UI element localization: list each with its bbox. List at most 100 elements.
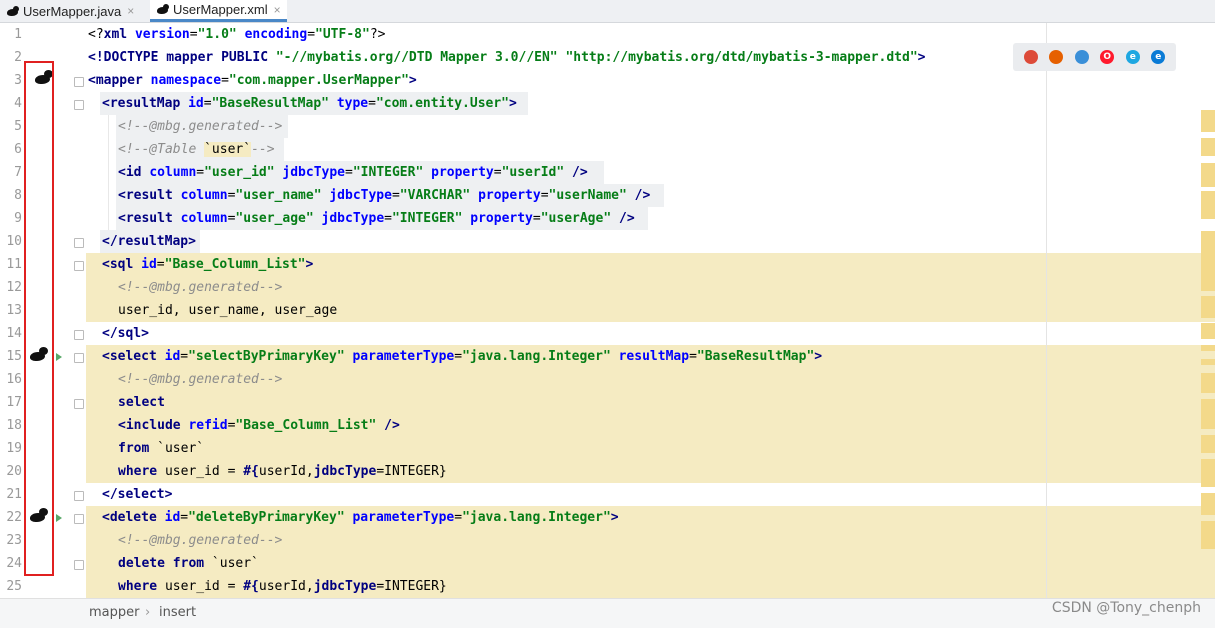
error-stripe-mark[interactable]: [1201, 345, 1215, 351]
code-line[interactable]: <resultMap id="BaseResultMap" type="com.…: [102, 92, 517, 115]
error-stripe-mark[interactable]: [1201, 191, 1215, 219]
error-stripe-mark[interactable]: [1201, 231, 1215, 291]
tab-usermapper-java[interactable]: UserMapper.java ×: [6, 0, 134, 22]
token: =: [221, 73, 229, 88]
edge-icon[interactable]: e: [1151, 50, 1166, 64]
code-line[interactable]: <include refid="Base_Column_List" />: [118, 414, 400, 437]
fold-icon[interactable]: [74, 330, 84, 340]
fold-icon[interactable]: [74, 261, 84, 271]
safari-icon[interactable]: [1074, 50, 1089, 64]
fold-icon[interactable]: [74, 560, 84, 570]
token: user_id =: [157, 579, 244, 594]
error-stripe-mark[interactable]: [1201, 110, 1215, 132]
run-marker-icon[interactable]: [56, 353, 62, 361]
token: "userId": [501, 165, 565, 180]
code-line[interactable]: <delete id="deleteByPrimaryKey" paramete…: [102, 506, 619, 529]
token: =: [689, 349, 697, 364]
error-stripe-mark[interactable]: [1201, 373, 1215, 393]
code-line[interactable]: where user_id = #{userId,jdbcType=INTEGE…: [118, 575, 447, 598]
token: #{: [243, 579, 259, 594]
run-marker-icon[interactable]: [56, 514, 62, 522]
right-margin-guide: [1046, 23, 1047, 598]
code-line[interactable]: select: [118, 391, 165, 414]
token: column: [149, 165, 197, 180]
code-line[interactable]: delete from `user`: [118, 552, 259, 575]
token: "user_name": [235, 188, 322, 203]
fold-icon[interactable]: [74, 514, 84, 524]
line-number: 6: [14, 142, 22, 157]
token: =: [180, 510, 189, 525]
code-editor[interactable]: 1 2 3 4 5 6 7 8 9 10 11 12 13 14 15 16 1…: [0, 23, 1215, 598]
firefox-icon[interactable]: [1049, 50, 1064, 64]
error-stripe-mark[interactable]: [1201, 493, 1215, 515]
token: =: [203, 96, 212, 111]
breadcrumb-item-insert[interactable]: insert: [159, 605, 196, 620]
fold-icon[interactable]: [74, 491, 84, 501]
error-stripe-mark[interactable]: [1201, 359, 1215, 365]
error-stripe-mark[interactable]: [1201, 323, 1215, 339]
line-number: 1: [14, 27, 22, 42]
tab-usermapper-xml[interactable]: UserMapper.xml ×: [150, 0, 287, 22]
code-line[interactable]: <!--@mbg.generated-->: [118, 276, 282, 299]
code-line[interactable]: <sql id="Base_Column_List">: [102, 253, 313, 276]
token: >: [610, 510, 619, 525]
line-number: 23: [6, 533, 22, 548]
code-line[interactable]: </select>: [102, 483, 172, 506]
code-line[interactable]: <id column="user_id" jdbcType="INTEGER" …: [118, 161, 588, 184]
fold-icon[interactable]: [74, 77, 84, 87]
line-number: 16: [6, 372, 22, 387]
token: version: [134, 27, 190, 42]
token: />: [376, 418, 400, 433]
line-number: 12: [6, 280, 22, 295]
code-line[interactable]: <select id="selectByPrimaryKey" paramete…: [102, 345, 822, 368]
error-stripe-mark[interactable]: [1201, 459, 1215, 487]
code-line[interactable]: <!--@Table `user`-->: [118, 138, 275, 161]
token: `user`: [204, 556, 259, 571]
token: resultMap: [618, 349, 690, 364]
code-line[interactable]: where user_id = #{userId,jdbcType=INTEGE…: [118, 460, 447, 483]
token: =INTEGER}: [376, 579, 447, 594]
fold-icon[interactable]: [74, 399, 84, 409]
line-number: 22: [6, 510, 22, 525]
token: <!--@Table: [118, 142, 205, 157]
code-line[interactable]: <result column="user_name" jdbcType="VAR…: [118, 184, 650, 207]
close-icon[interactable]: ×: [127, 4, 134, 18]
code-line[interactable]: <!DOCTYPE mapper PUBLIC "-//mybatis.org/…: [88, 46, 925, 69]
fold-icon[interactable]: [74, 100, 84, 110]
code-line[interactable]: <!--@mbg.generated-->: [118, 529, 282, 552]
opera-icon[interactable]: O: [1100, 50, 1115, 64]
code-line[interactable]: <?xml version="1.0" encoding="UTF-8"?>: [88, 23, 385, 46]
code-line[interactable]: <result column="user_age" jdbcType="INTE…: [118, 207, 635, 230]
error-stripe-mark[interactable]: [1201, 399, 1215, 429]
token: jdbcType: [313, 579, 377, 594]
error-stripe-mark[interactable]: [1201, 296, 1215, 318]
line-number: 25: [6, 579, 22, 594]
token: <include: [118, 418, 189, 433]
code-line[interactable]: user_id, user_name, user_age: [118, 299, 337, 322]
code-line[interactable]: <mapper namespace="com.mapper.UserMapper…: [88, 69, 417, 92]
token: namespace: [150, 73, 222, 88]
fold-icon[interactable]: [74, 238, 84, 248]
token: <sql: [102, 257, 142, 272]
fold-icon[interactable]: [74, 353, 84, 363]
error-stripe-mark[interactable]: [1201, 138, 1215, 156]
token: jdbcType: [313, 464, 377, 479]
code-line[interactable]: </resultMap>: [102, 230, 196, 253]
breadcrumb-item-mapper[interactable]: mapper: [89, 605, 139, 620]
indent-guide: [108, 115, 109, 230]
token: />: [564, 165, 588, 180]
error-stripe-mark[interactable]: [1201, 163, 1215, 187]
code-line[interactable]: <!--@mbg.generated-->: [118, 368, 282, 391]
ie-icon[interactable]: e: [1125, 50, 1140, 64]
token: user_id =: [157, 464, 244, 479]
code-line[interactable]: <!--@mbg.generated-->: [118, 115, 282, 138]
close-icon[interactable]: ×: [274, 3, 281, 17]
error-stripe-mark[interactable]: [1201, 521, 1215, 549]
error-stripe-mark[interactable]: [1201, 435, 1215, 453]
code-line[interactable]: from `user`: [118, 437, 204, 460]
annotation-highlight-box: [24, 61, 54, 576]
chrome-icon[interactable]: [1023, 50, 1038, 64]
line-number: 4: [14, 96, 22, 111]
code-line[interactable]: </sql>: [102, 322, 149, 345]
